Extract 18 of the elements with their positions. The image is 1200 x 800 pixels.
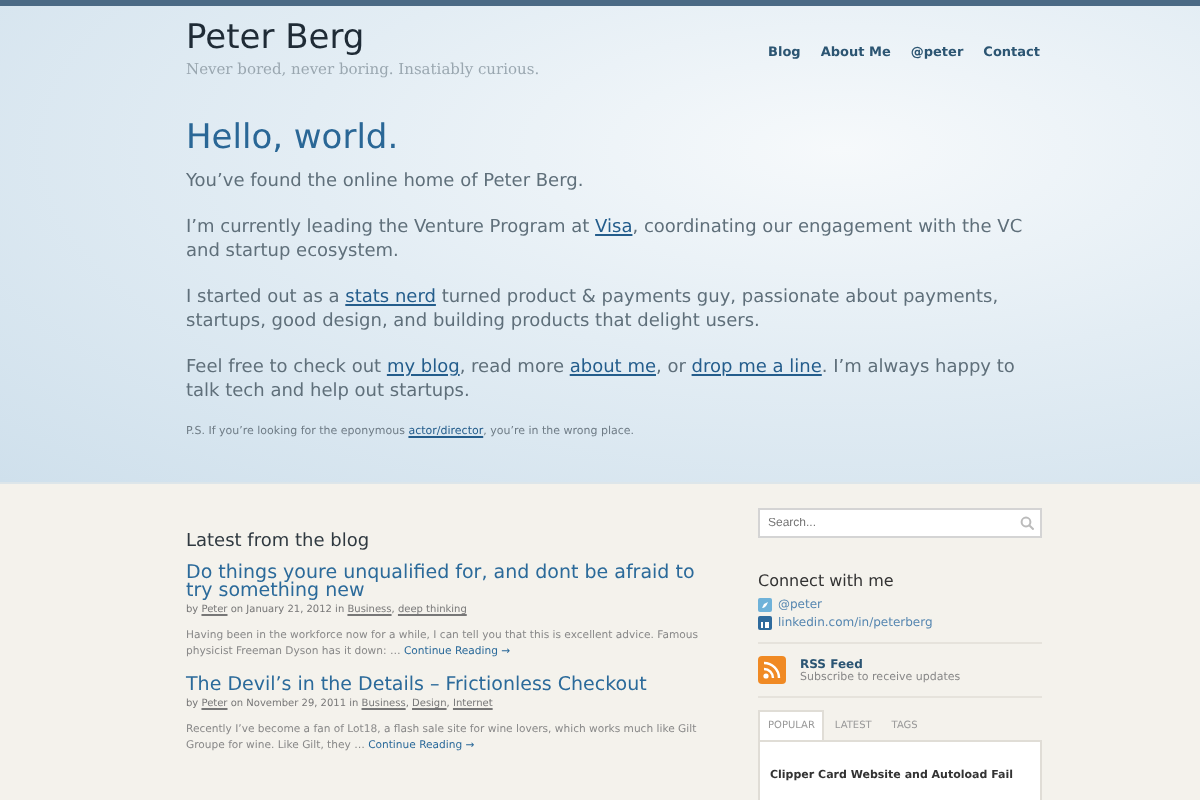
paragraph: I’m currently leading the Venture Program at Visa, coordinating our engagement with the VC and startup ecosystem. (186, 216, 1025, 264)
section-heading: Latest from the blog (186, 532, 372, 552)
text-link[interactable]: about me (569, 358, 656, 378)
linkedin-icon (758, 616, 772, 630)
site-title: Peter Berg (186, 18, 367, 60)
hero-heading: Hello, world. (186, 118, 401, 158)
text-link[interactable]: my blog (386, 358, 460, 378)
post-title[interactable]: Do things youre unqualified for, and dont be afraid to try something new (186, 564, 710, 600)
text-link[interactable]: drop me a line (691, 358, 822, 378)
search-icon (1020, 516, 1034, 530)
rss-icon (758, 656, 786, 684)
section-heading: Connect with me (758, 572, 896, 590)
text-link[interactable]: stats nerd (345, 288, 436, 308)
post-title[interactable]: The Devil’s in the Details – Frictionless Checkout (186, 676, 710, 694)
paragraph: I started out as a stats nerd turned product & payments guy, passionate about payments, startups, good design, and building products that delight users. (186, 286, 1001, 334)
text-link[interactable]: Visa (595, 218, 633, 238)
paragraph: You’ve found the online home of Peter Berg. (186, 170, 586, 194)
paragraph: Feel free to check out my blog, read more about me, or drop me a line. I’m always happy to talk tech and help out startups. (186, 356, 1017, 404)
